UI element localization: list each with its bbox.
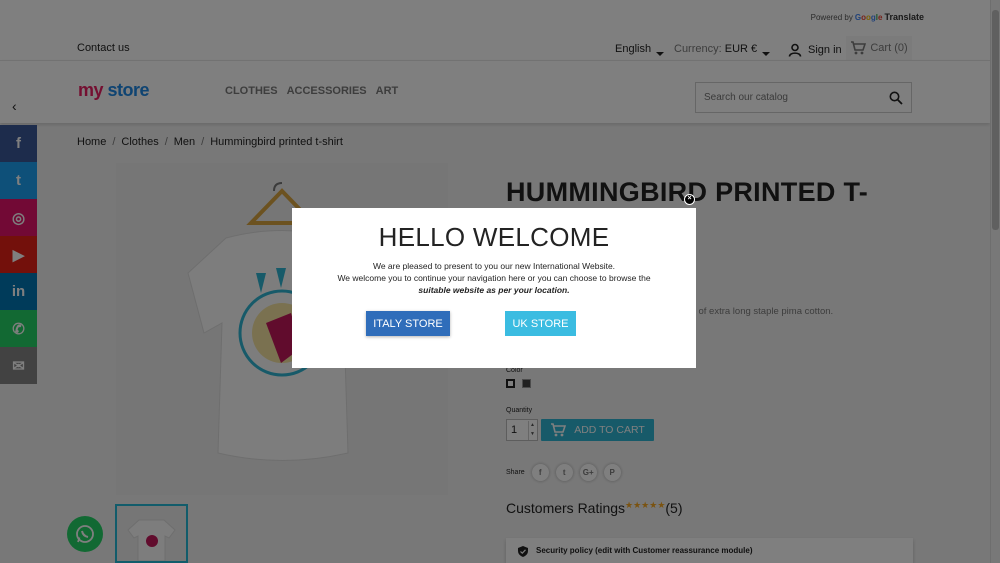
modal-text-line-3: suitable website as per your location. (418, 285, 570, 295)
modal-text-line-2: We welcome you to continue your navigati… (337, 273, 651, 283)
modal-text-line-1: We are pleased to present to you our new… (372, 261, 616, 271)
italy-store-button[interactable]: ITALY STORE (366, 311, 450, 336)
modal-title: HELLO WELCOME (378, 222, 610, 252)
welcome-modal: HELLO WELCOME We are pleased to present … (292, 208, 696, 368)
close-icon[interactable]: × (684, 194, 695, 205)
uk-store-button[interactable]: UK STORE (505, 311, 576, 336)
